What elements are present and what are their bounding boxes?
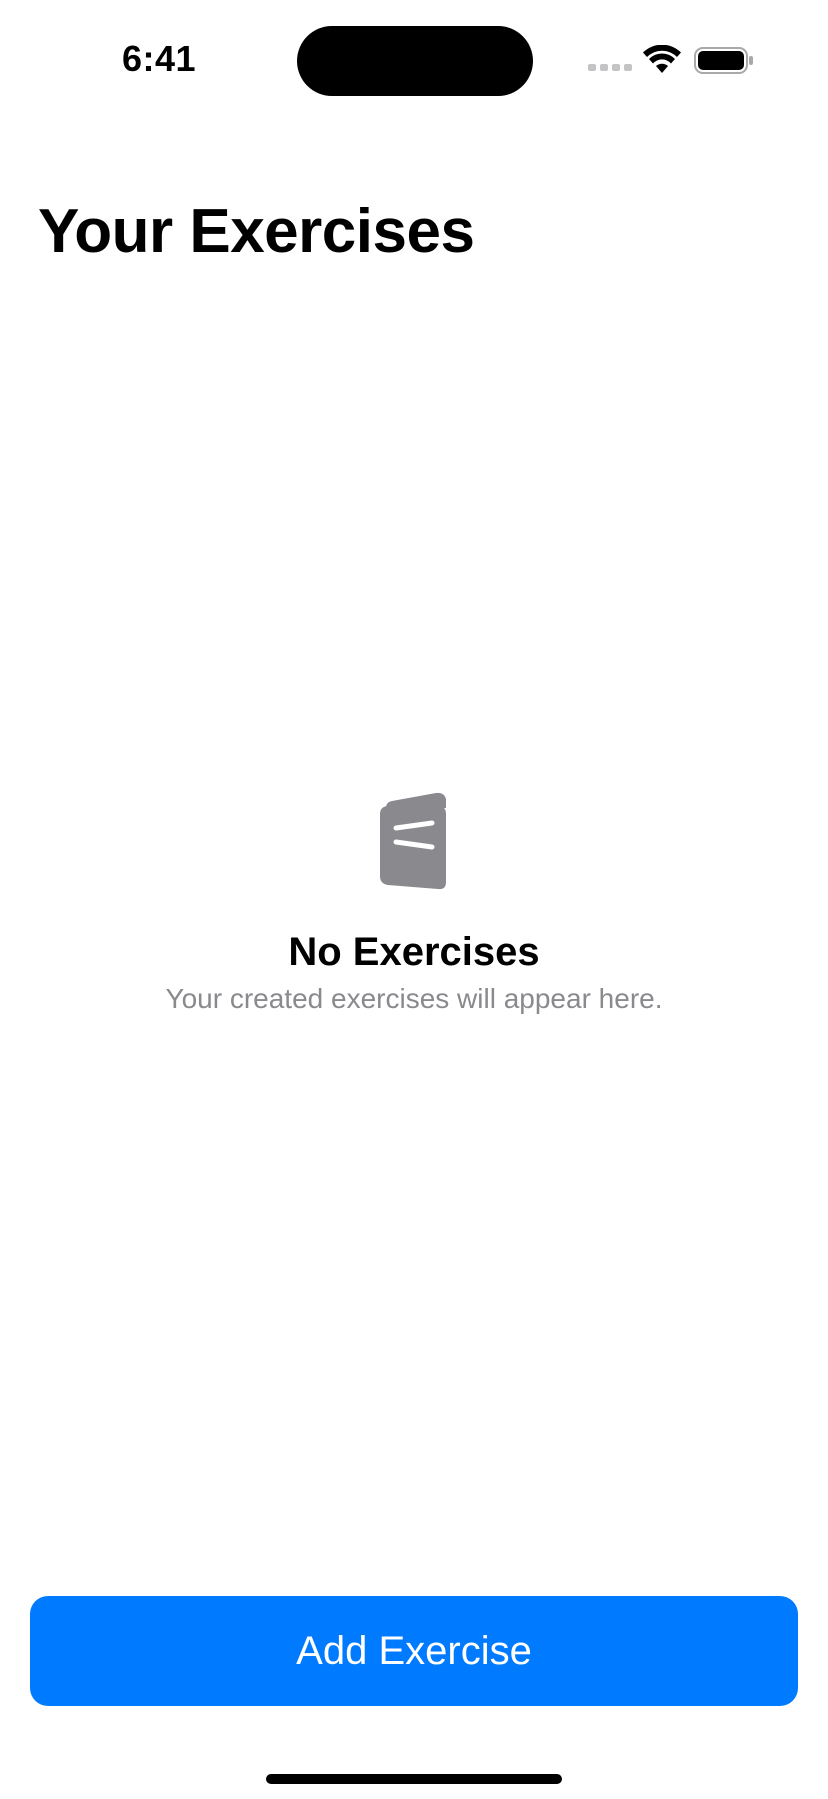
add-exercise-label: Add Exercise [296,1628,532,1673]
battery-icon [694,47,753,74]
status-time: 6:41 [122,38,197,79]
empty-state: No Exercises Your created exercises will… [0,790,828,1015]
page-title: Your Exercises [38,197,475,266]
cellular-signal-icon [588,64,632,74]
wifi-icon [643,45,681,73]
empty-state-title: No Exercises [288,930,540,974]
home-indicator[interactable] [266,1774,562,1784]
status-bar: 6:41 [0,0,828,120]
add-exercise-button[interactable]: Add Exercise [30,1596,798,1706]
dynamic-island [297,26,533,96]
book-icon [380,792,446,890]
empty-state-subtitle: Your created exercises will appear here. [165,983,663,1014]
